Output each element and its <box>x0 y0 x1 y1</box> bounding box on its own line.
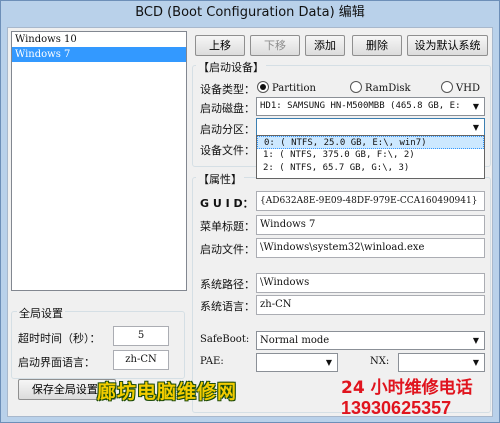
chevron-down-icon: ▼ <box>472 123 480 132</box>
radio-vhd-dot <box>441 81 453 93</box>
boot-entry-list[interactable]: Windows 10 Windows 7 <box>11 31 187 291</box>
nx-select[interactable]: ▼ <box>398 353 485 372</box>
guid-field[interactable]: {AD632A8E-9E09-48DF-979E-CCA160490941} <box>256 191 485 211</box>
boot-entry-item[interactable]: Windows 10 <box>12 32 186 47</box>
delete-button[interactable]: 删除 <box>352 35 402 56</box>
partition-option[interactable]: 2: ( NTFS, 65.7 GB, G:\, 3) <box>257 162 484 175</box>
safeboot-select[interactable]: Normal mode ▼ <box>256 331 485 350</box>
window-title: BCD (Boot Configuration Data) 编辑 <box>1 1 499 27</box>
radio-partition[interactable]: Partition <box>257 81 316 95</box>
menu-title-label: 菜单标题： <box>200 220 255 233</box>
boot-partition-label: 启动分区： <box>200 123 255 136</box>
bcd-editor-window: BCD (Boot Configuration Data) 编辑 Windows… <box>0 0 500 423</box>
move-up-button[interactable]: 上移 <box>195 35 245 56</box>
nx-label: NX: <box>370 356 390 367</box>
timeout-field[interactable]: 5 <box>113 326 169 346</box>
chevron-down-icon: ▼ <box>472 358 480 367</box>
hotline-watermark: 24 小时维修电话 <box>341 378 473 398</box>
pae-label: PAE: <box>200 356 224 367</box>
boot-disk-label: 启动磁盘： <box>200 102 255 115</box>
system-path-field[interactable]: \Windows <box>256 273 485 293</box>
ui-lang-field[interactable]: zh-CN <box>113 350 169 370</box>
set-default-button[interactable]: 设为默认系统 <box>407 35 488 56</box>
device-type-label: 设备类型： <box>200 83 255 96</box>
properties-group-label: 【属性】 <box>196 171 244 187</box>
boot-disk-select[interactable]: HD1: SAMSUNG HN-M500MBB (465.8 GB, E: ▼ <box>256 97 485 116</box>
radio-ramdisk-dot <box>350 81 362 93</box>
shop-watermark: 廊坊电脑维修网 <box>97 381 238 403</box>
system-lang-field[interactable]: zh-CN <box>256 295 485 315</box>
chevron-down-icon: ▼ <box>472 102 480 111</box>
system-lang-label: 系统语言： <box>200 300 255 313</box>
global-settings-label: 全局设置 <box>17 305 65 321</box>
ui-lang-label: 启动界面语言： <box>18 356 95 369</box>
radio-partition-dot <box>257 81 269 93</box>
radio-vhd[interactable]: VHD <box>441 81 480 95</box>
safeboot-label: SafeBoot: <box>200 334 250 345</box>
phone-watermark: 13930625357 <box>341 398 452 418</box>
add-button[interactable]: 添加 <box>305 35 345 56</box>
timeout-label: 超时时间（秒）： <box>18 332 101 345</box>
pae-select[interactable]: ▼ <box>256 353 338 372</box>
move-down-button[interactable]: 下移 <box>250 35 300 56</box>
partition-option[interactable]: 1: ( NTFS, 375.0 GB, F:\, 2) <box>257 149 484 162</box>
window-client: Windows 10 Windows 7 上移 下移 添加 删除 设为默认系统 … <box>7 27 493 417</box>
boot-device-group-label: 【启动设备】 <box>196 59 266 75</box>
menu-title-field[interactable]: Windows 7 <box>256 215 485 235</box>
device-file-label: 设备文件： <box>200 144 255 157</box>
boot-file-label: 启动文件： <box>200 243 255 256</box>
guid-label: G U I D： <box>200 197 254 210</box>
boot-entry-item-selected[interactable]: Windows 7 <box>12 47 186 62</box>
boot-file-field[interactable]: \Windows\system32\winload.exe <box>256 238 485 258</box>
partition-dropdown-list[interactable]: 0: ( NTFS, 25.0 GB, E:\, win7) 1: ( NTFS… <box>256 135 485 179</box>
chevron-down-icon: ▼ <box>472 336 480 345</box>
partition-option[interactable]: 0: ( NTFS, 25.0 GB, E:\, win7) <box>257 136 484 149</box>
chevron-down-icon: ▼ <box>325 358 333 367</box>
system-path-label: 系统路径： <box>200 278 255 291</box>
radio-ramdisk[interactable]: RamDisk <box>350 81 411 95</box>
